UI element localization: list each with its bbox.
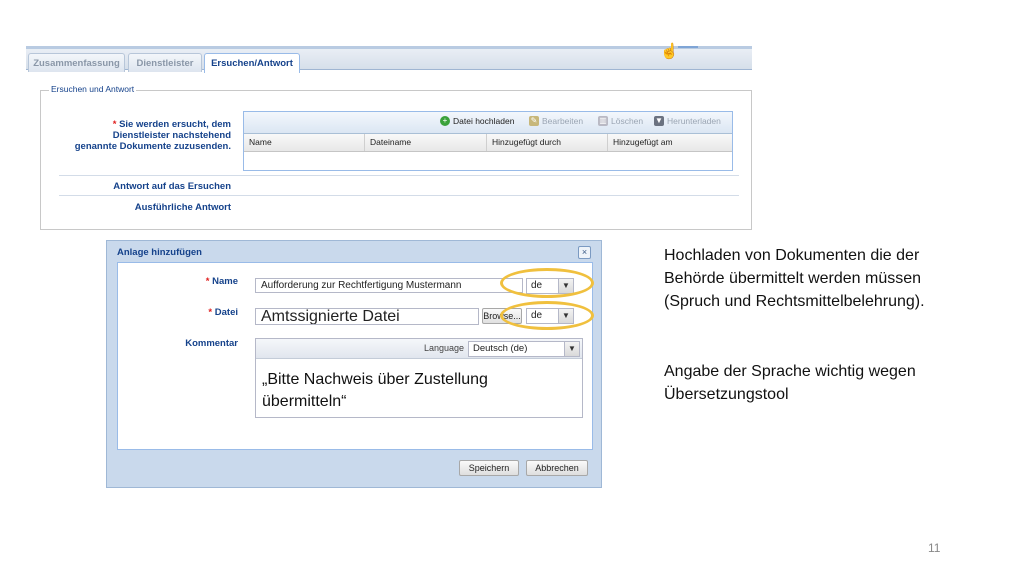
detailed-answer-label: Ausführliche Antwort <box>134 202 231 213</box>
editor-toolbar: Language Deutsch (de) ▼ <box>256 339 582 359</box>
dialog-title: Anlage hinzufügen <box>117 247 202 258</box>
edit-button[interactable]: ✎ Bearbeiten <box>529 116 583 126</box>
documents-grid: + Datei hochladen ✎ Bearbeiten ▥ Löschen… <box>243 111 733 171</box>
request-panel-screenshot: Zusammenfassung Dienstleister Ersuchen/A… <box>26 43 752 232</box>
tab-bar: Zusammenfassung Dienstleister Ersuchen/A… <box>26 46 752 73</box>
download-label: Herunterladen <box>667 116 721 126</box>
column-header-added-on[interactable]: Hinzugefügt am <box>608 134 732 151</box>
comment-label: Kommentar <box>185 338 238 349</box>
column-header-added-by[interactable]: Hinzugefügt durch <box>487 134 608 151</box>
edit-label: Bearbeiten <box>542 116 584 126</box>
comment-editor[interactable]: Language Deutsch (de) ▼ „Bitte Nachweis … <box>255 338 583 418</box>
add-attachment-dialog: Anlage hinzufügen × * Name Aufforderung … <box>106 240 602 488</box>
delete-label: Löschen <box>611 116 644 126</box>
dialog-body: * Name Aufforderung zur Rechtfertigung M… <box>117 262 594 450</box>
upload-file-label: Datei hochladen <box>453 116 515 126</box>
tab-summary[interactable]: Zusammenfassung <box>28 53 125 72</box>
delete-button[interactable]: ▥ Löschen <box>598 116 643 126</box>
file-input[interactable]: Amtssignierte Datei <box>255 308 479 325</box>
highlight-ring <box>500 301 594 330</box>
tab-request-answer[interactable]: Ersuchen/Antwort <box>204 53 300 73</box>
language-note: Angabe der Sprache wichtig wegen Überset… <box>664 363 916 403</box>
save-button[interactable]: Speichern <box>459 460 519 476</box>
highlight-ring <box>500 268 594 298</box>
upload-file-button[interactable]: + Datei hochladen <box>440 116 514 126</box>
divider <box>59 175 739 176</box>
page-number: 11 <box>928 541 941 555</box>
cancel-button[interactable]: Abbrechen <box>526 460 588 476</box>
download-icon: ▼ <box>654 116 664 126</box>
language-label: Language <box>424 343 465 353</box>
required-documents-text: * Sie werden ersucht, dem Dienstleister … <box>71 119 231 152</box>
upload-note: Hochladen von Dokumenten die der Behörde… <box>664 247 925 310</box>
grid-header: Name Dateiname Hinzugefügt durch Hinzuge… <box>244 134 732 152</box>
required-star: * <box>205 276 210 287</box>
comment-text: „Bitte Nachweis über Zustellung übermitt… <box>262 371 488 410</box>
chevron-down-icon: ▼ <box>564 342 579 356</box>
divider <box>59 195 739 196</box>
comment-language-select[interactable]: Deutsch (de) ▼ <box>468 341 580 357</box>
answer-label: Antwort auf das Ersuchen <box>113 181 231 192</box>
add-icon: + <box>440 116 450 126</box>
download-button[interactable]: ▼ Herunterladen <box>654 116 721 126</box>
delete-icon: ▥ <box>598 116 608 126</box>
column-header-name[interactable]: Name <box>244 134 365 151</box>
name-label: * Name <box>205 276 238 287</box>
required-star: * <box>112 119 117 130</box>
hand-cursor-icon: ☝ <box>660 43 679 60</box>
fieldset-legend: Ersuchen und Antwort <box>49 84 137 94</box>
tab-service-provider[interactable]: Dienstleister <box>128 53 202 72</box>
edit-icon: ✎ <box>529 116 539 126</box>
required-star: * <box>208 307 213 318</box>
column-header-filename[interactable]: Dateiname <box>365 134 487 151</box>
required-documents-label: Sie werden ersucht, dem Dienstleister na… <box>74 119 231 152</box>
file-label: * Datei <box>208 307 238 318</box>
name-input[interactable]: Aufforderung zur Rechtfertigung Musterma… <box>255 278 523 293</box>
tab-indicator-line <box>678 46 698 48</box>
close-icon[interactable]: × <box>578 246 591 259</box>
request-fieldset: Ersuchen und Antwort * Sie werden ersuch… <box>40 84 752 230</box>
grid-toolbar: + Datei hochladen ✎ Bearbeiten ▥ Löschen… <box>244 112 732 134</box>
